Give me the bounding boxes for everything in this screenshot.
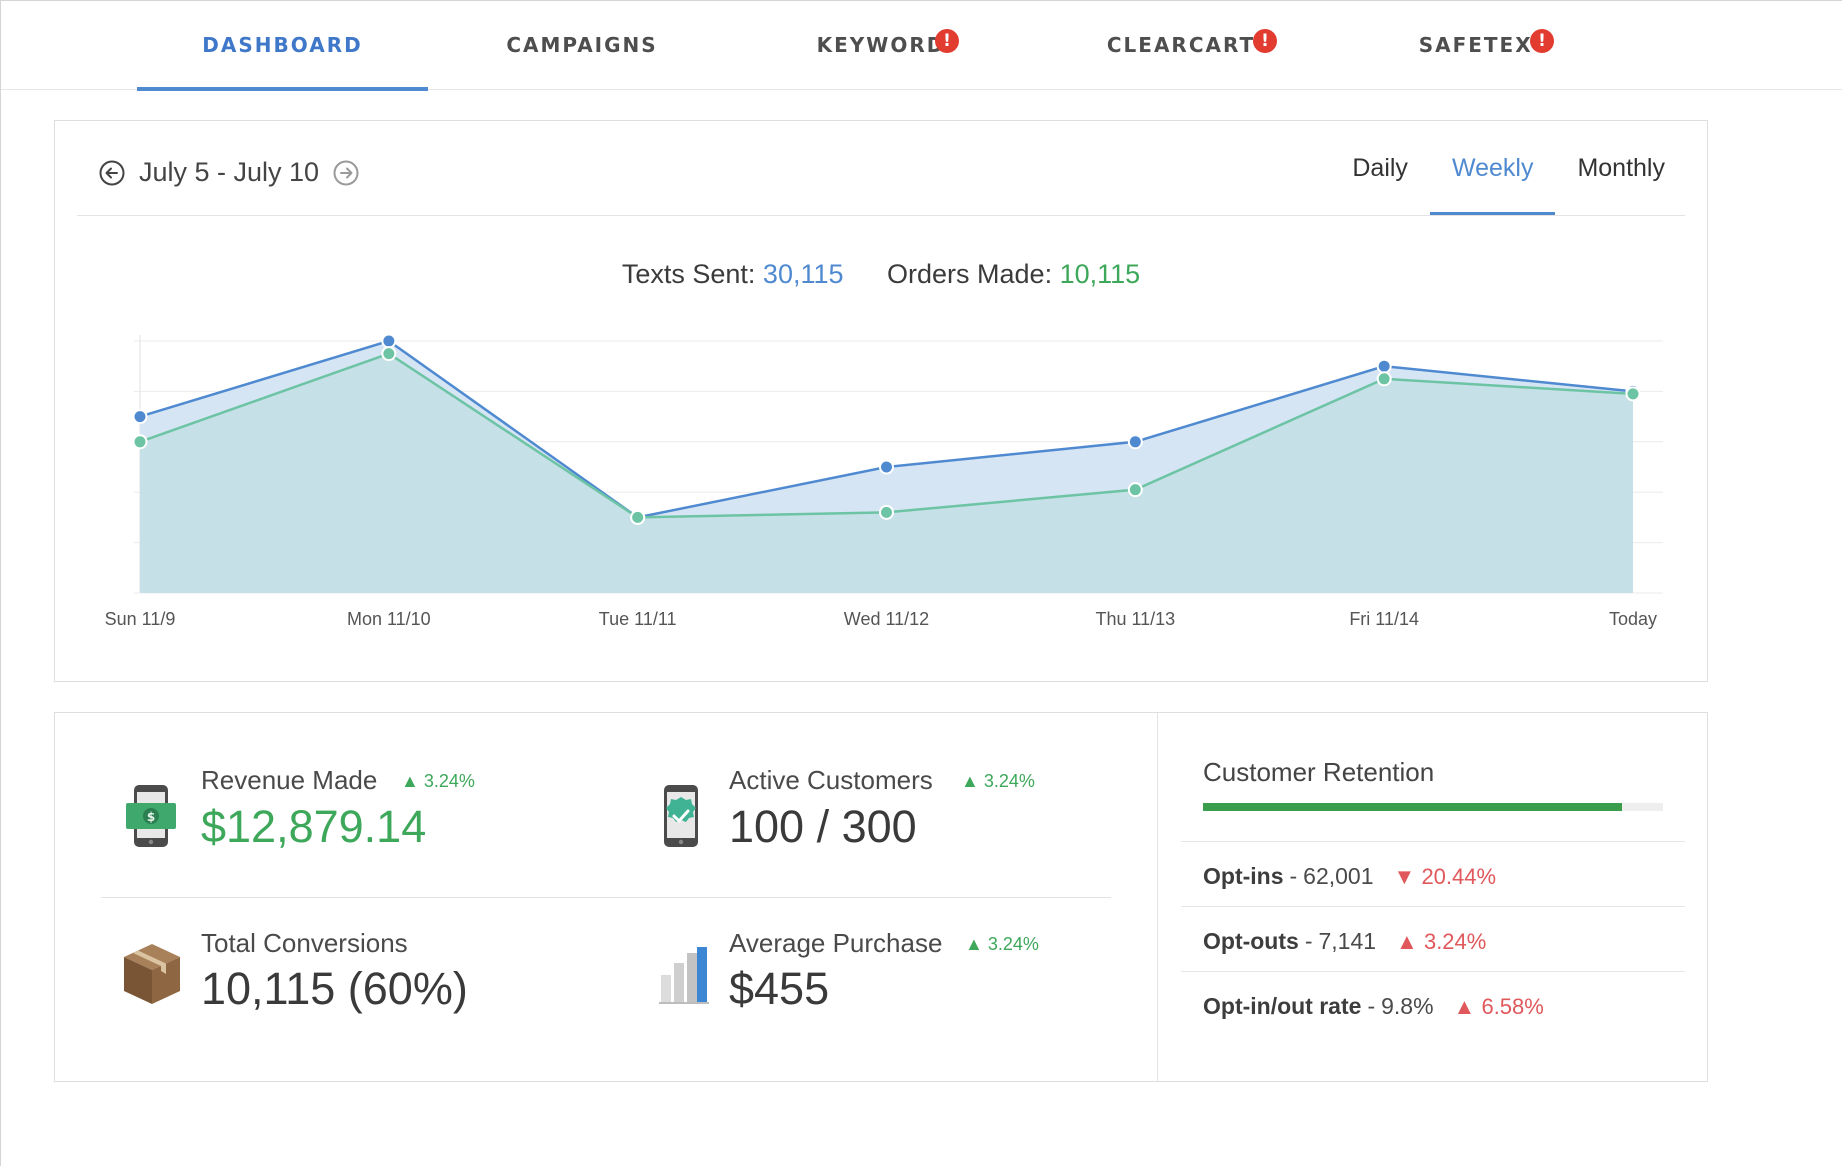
retention-row-optouts: Opt-outs - 7,141 ▲ 3.24% — [1203, 928, 1486, 955]
retention-title: Customer Retention — [1203, 757, 1435, 787]
total-conversions-label: Total Conversions — [201, 928, 408, 958]
tab-campaigns[interactable]: CAMPAIGNS — [437, 1, 727, 89]
average-purchase-label: Average Purchase — [729, 928, 943, 958]
x-tick-label: Mon 11/10 — [347, 609, 431, 629]
optouts-label: Opt-outs — [1203, 928, 1299, 954]
stats-column-divider — [1157, 713, 1158, 1081]
revenue-value: $12,879.14 — [201, 801, 427, 852]
optouts-change: ▲ 3.24% — [1396, 929, 1486, 955]
retention-divider — [1181, 841, 1685, 842]
x-tick-label: Today — [1609, 609, 1657, 629]
data-point — [1127, 434, 1143, 450]
tab-keyword[interactable]: KEYWORD ! — [741, 1, 1021, 89]
separator: - — [1367, 993, 1376, 1019]
optinout-rate-change: ▲ 6.58% — [1454, 994, 1544, 1020]
x-tick-label: Thu 11/13 — [1095, 609, 1175, 629]
alert-icon: ! — [1253, 29, 1277, 53]
top-nav: DASHBOARD CAMPAIGNS KEYWORD ! CLEARCART … — [1, 1, 1842, 91]
tab-clearcart[interactable]: CLEARCART ! — [1036, 1, 1326, 89]
data-point — [1127, 482, 1143, 498]
tab-safetext[interactable]: SAFETEXT ! — [1336, 1, 1631, 89]
phone-check-badge-icon — [664, 785, 698, 847]
data-point — [132, 434, 148, 450]
tab-dashboard[interactable]: DASHBOARD — [137, 1, 428, 91]
area-chart: Sun 11/9 Mon 11/10 Tue 11/11 Wed 11/12 Thu 1… — [105, 333, 1663, 629]
trend-up-icon: ▲ — [965, 934, 983, 954]
trend-down-icon: ▼ — [1393, 864, 1416, 889]
package-box-icon — [124, 944, 180, 1004]
bar-chart-icon — [659, 947, 709, 1004]
phone-cash-icon: $ — [126, 785, 176, 847]
optinout-rate-value: 9.8% — [1381, 993, 1434, 1019]
data-point — [381, 333, 397, 349]
active-customers-value: 100 / 300 — [729, 801, 917, 852]
total-conversions-value: 10,115 (60%) — [201, 963, 468, 1014]
active-customers-change: ▲ 3.24% — [961, 771, 1035, 792]
trend-up-icon: ▲ — [1453, 994, 1476, 1019]
optinout-rate-label: Opt-in/out rate — [1203, 993, 1362, 1019]
retention-divider — [1181, 971, 1685, 972]
stats-row-divider — [101, 897, 1111, 898]
retention-row-optins: Opt-ins - 62,001 ▼ 20.44% — [1203, 863, 1496, 890]
chart-panel: July 5 - July 10 Daily Weekly Monthly Te… — [54, 120, 1708, 682]
optouts-value: 7,141 — [1318, 928, 1377, 954]
separator: - — [1304, 928, 1313, 954]
active-customers-label: Active Customers — [729, 765, 933, 795]
retention-progress-bar — [1203, 803, 1663, 811]
optouts-change-value: 3.24% — [1423, 929, 1487, 954]
average-purchase-change: ▲ 3.24% — [965, 934, 1039, 955]
trend-up-icon: ▲ — [401, 771, 419, 791]
active-customers-change-value: 3.24% — [983, 771, 1035, 791]
optins-value: 62,001 — [1303, 863, 1374, 889]
data-point — [1376, 371, 1392, 387]
data-point — [132, 409, 148, 425]
stats-panel: $ Revenue Made ▲ 3.24% $12,879.14 Active… — [54, 712, 1708, 1082]
x-tick-label: Sun 11/9 — [105, 609, 176, 629]
retention-row-rate: Opt-in/out rate - 9.8% ▲ 6.58% — [1203, 993, 1544, 1020]
data-point — [1625, 386, 1641, 402]
retention-progress-fill — [1203, 803, 1622, 811]
data-point — [1376, 358, 1392, 374]
revenue-change-value: 3.24% — [423, 771, 475, 791]
data-point — [381, 346, 397, 362]
retention-divider — [1181, 906, 1685, 907]
separator: - — [1289, 863, 1298, 889]
revenue-label: Revenue Made — [201, 765, 378, 795]
optins-change-value: 20.44% — [1421, 864, 1497, 889]
data-point — [879, 459, 894, 475]
trend-up-icon: ▲ — [1396, 929, 1418, 954]
tab-campaigns-label: CAMPAIGNS — [506, 33, 658, 57]
optinout-rate-change-value: 6.58% — [1481, 994, 1544, 1019]
svg-text:$: $ — [147, 810, 155, 824]
alert-icon: ! — [935, 29, 959, 53]
revenue-change: ▲ 3.24% — [401, 771, 475, 792]
tab-keyword-label: KEYWORD — [816, 33, 946, 57]
data-point — [630, 509, 646, 525]
optins-change: ▼ 20.44% — [1394, 864, 1497, 890]
tab-dashboard-label: DASHBOARD — [202, 33, 363, 57]
window-left-border — [0, 0, 1, 1166]
optins-label: Opt-ins — [1203, 863, 1284, 889]
tab-clearcart-label: CLEARCART — [1106, 33, 1256, 57]
x-tick-label: Fri 11/14 — [1349, 609, 1419, 629]
x-tick-label: Tue 11/11 — [599, 609, 677, 629]
average-purchase-value: $455 — [729, 963, 830, 1014]
data-point — [879, 504, 894, 520]
tab-safetext-label: SAFETEXT — [1418, 33, 1549, 57]
average-purchase-change-value: 3.24% — [987, 934, 1039, 954]
trend-up-icon: ▲ — [961, 771, 979, 791]
x-tick-label: Wed 11/12 — [844, 609, 929, 629]
alert-icon: ! — [1530, 29, 1554, 53]
